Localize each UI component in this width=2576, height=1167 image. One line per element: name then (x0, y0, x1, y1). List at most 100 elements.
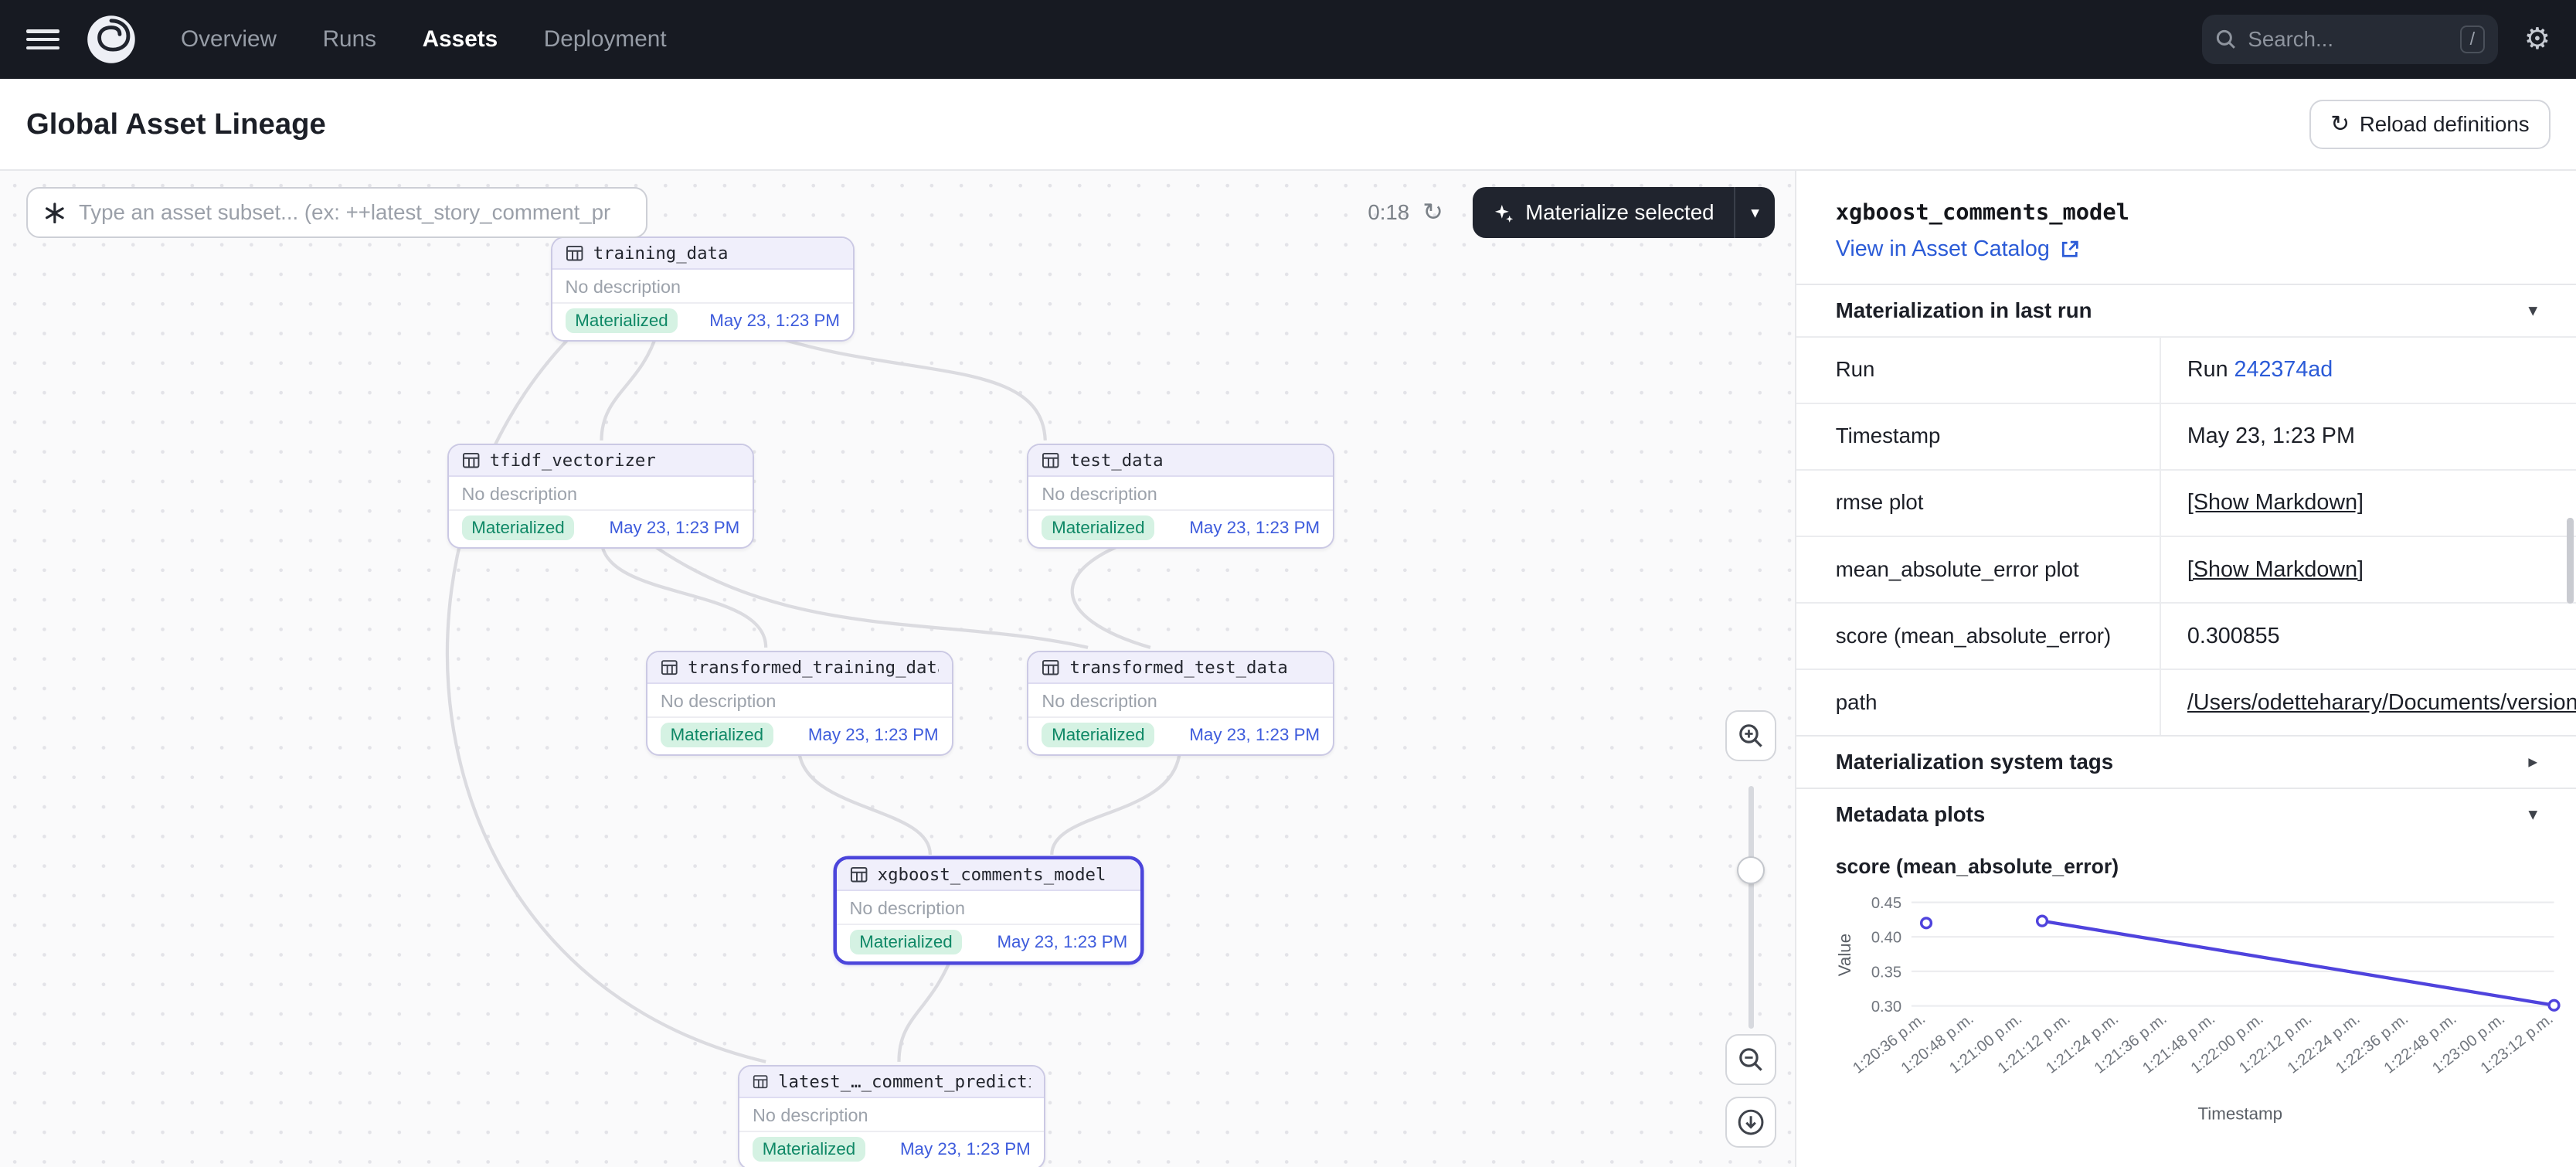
data-point (2037, 916, 2047, 926)
row-value: May 23, 1:23 PM (2161, 404, 2576, 469)
y-tick-label: 0.35 (1871, 964, 1901, 981)
asset-node-name: transformed_test_data (1070, 658, 1288, 678)
materialized-badge: Materialized (753, 1137, 865, 1162)
asset-node-footer: MaterializedMay 23, 1:23 PM (552, 304, 853, 340)
materialization-timestamp-link[interactable]: May 23, 1:23 PM (709, 311, 840, 331)
asset-node-header: transformed_test_data (1028, 652, 1333, 684)
zoom-slider-track[interactable] (1748, 786, 1753, 1029)
external-link-icon (2060, 240, 2080, 260)
top-nav: Overview Runs Assets Deployment / ⚙ (0, 0, 2576, 79)
materialized-badge: Materialized (850, 930, 963, 954)
table-row-path: path /Users/odetteharary/Documents/versi… (1796, 669, 2576, 735)
chevron-down-icon: ▾ (2528, 301, 2537, 319)
materialize-selected-button[interactable]: Materialize selected ▾ (1473, 187, 1775, 238)
node-layer: training_data No description Materialized M… (0, 171, 1795, 1167)
section-materialization-last-run[interactable]: Materialization in last run ▾ (1796, 284, 2576, 336)
asset-node-test_data[interactable]: test_dataNo description Materialized May 2… (1027, 444, 1334, 548)
materialization-timestamp-link[interactable]: May 23, 1:23 PM (1189, 518, 1320, 538)
nav-item-deployment[interactable]: Deployment (544, 26, 667, 53)
table-icon (566, 244, 583, 262)
materialize-sparkle-icon (1493, 202, 1514, 224)
zoom-out-button[interactable] (1725, 1034, 1776, 1085)
row-value: Run 242374ad (2161, 338, 2576, 403)
asset-name-title: xgboost_comments_model (1836, 199, 2537, 225)
asset-node-training_data[interactable]: training_data No descriptionMaterializedM… (551, 236, 855, 341)
details-scrollbar-thumb[interactable] (2567, 518, 2574, 604)
section-materialization-system-tags[interactable]: Materialization system tags ▸ (1796, 735, 2576, 788)
materialized-badge: Materialized (661, 723, 773, 747)
section-metadata-plots[interactable]: Metadata plots ▾ (1796, 788, 2576, 840)
asset-node-xgboost_comments_model[interactable]: xgboost_comments_modelNo descriptionMate… (835, 858, 1143, 962)
materialized-badge: Materialized (462, 515, 575, 540)
asset-node-description: No description (739, 1098, 1044, 1132)
table-icon (753, 1073, 768, 1090)
asset-node-latest_comment_predictions[interactable]: latest_…_comment_predictionsNo descripti… (738, 1065, 1045, 1167)
nav-items: Overview Runs Assets Deployment (181, 26, 667, 53)
page-header: Global Asset Lineage ↻ Reload definition… (0, 79, 2576, 171)
asset-filter-box[interactable] (26, 187, 647, 238)
materialize-selected-main[interactable]: Materialize selected (1473, 187, 1734, 238)
menu-icon[interactable] (26, 29, 59, 49)
asset-node-header: tfidf_vectorizer (449, 445, 753, 477)
asset-node-description: No description (1028, 477, 1333, 511)
materialization-timestamp-link[interactable]: May 23, 1:23 PM (900, 1139, 1031, 1159)
asset-node-name: training_data (593, 243, 729, 264)
materialization-timestamp-link[interactable]: May 23, 1:23 PM (1189, 725, 1320, 745)
row-value: [Show Markdown] (2161, 471, 2576, 536)
asset-node-header: test_data (1028, 445, 1333, 477)
show-markdown-link[interactable]: [Show Markdown] (2187, 490, 2364, 515)
nav-item-runs[interactable]: Runs (323, 26, 377, 53)
asset-node-name: xgboost_comments_model (878, 865, 1106, 885)
dagster-logo[interactable] (86, 13, 138, 66)
asset-node-description: No description (552, 270, 853, 304)
view-in-asset-catalog-link[interactable]: View in Asset Catalog (1836, 236, 2537, 262)
asset-node-footer: Materialized May 23, 1:23 PM (647, 718, 952, 754)
materialized-badge: Materialized (1042, 515, 1154, 540)
asset-node-footer: Materialized May 23, 1:23 PM (1028, 511, 1333, 547)
nav-item-overview[interactable]: Overview (181, 26, 277, 53)
materialization-timestamp-link[interactable]: May 23, 1:23 PM (997, 932, 1127, 952)
nav-right: / ⚙ (2202, 15, 2551, 64)
data-point (2549, 1000, 2559, 1010)
metadata-plot-title: score (mean_absolute_error) (1796, 840, 2576, 882)
reload-definitions-button[interactable]: ↻ Reload definitions (2309, 100, 2551, 149)
table-icon (1042, 451, 1059, 469)
asset-node-tfidf_vectorizer[interactable]: tfidf_vectorizerNo descriptionMaterializ… (447, 444, 755, 548)
asset-node-footer: Materialized May 23, 1:23 PM (449, 511, 753, 547)
search-shortcut-key: / (2460, 26, 2485, 53)
run-id-link[interactable]: 242374ad (2234, 357, 2333, 382)
path-link[interactable]: /Users/odetteharary/Documents/version (2187, 690, 2576, 715)
settings-gear-icon[interactable]: ⚙ (2524, 25, 2551, 54)
zoom-in-icon (1738, 723, 1764, 749)
asset-node-name: transformed_training_data (688, 658, 938, 678)
nav-item-assets[interactable]: Assets (423, 26, 498, 53)
asset-node-header: xgboost_comments_model (837, 859, 1141, 891)
asset-node-transformed_test_data[interactable]: transformed_test_dataNo descriptionMater… (1027, 651, 1334, 755)
asset-node-description: No description (449, 477, 753, 511)
x-axis-label: Timestamp (2197, 1104, 2282, 1123)
table-icon (850, 866, 868, 883)
zoom-in-button[interactable] (1725, 710, 1776, 761)
search-input[interactable] (2248, 27, 2449, 52)
asset-filter-input[interactable] (79, 200, 630, 225)
export-view-button[interactable] (1725, 1097, 1776, 1148)
row-label: Timestamp (1796, 404, 2161, 469)
y-tick-label: 0.45 (1871, 895, 1901, 912)
materialization-timestamp-link[interactable]: May 23, 1:23 PM (609, 518, 739, 538)
chevron-right-icon: ▸ (2528, 753, 2537, 771)
row-label: path (1796, 670, 2161, 735)
chevron-down-icon: ▾ (2528, 805, 2537, 823)
refresh-icon[interactable]: ↻ (1422, 200, 1443, 225)
table-row-score: score (mean_absolute_error) 0.300855 (1796, 602, 2576, 669)
query-timer: 0:18 (1368, 200, 1409, 225)
materialize-dropdown-caret[interactable]: ▾ (1735, 187, 1775, 238)
show-markdown-link[interactable]: [Show Markdown] (2187, 557, 2364, 582)
global-search[interactable]: / (2202, 15, 2498, 64)
page-title: Global Asset Lineage (26, 107, 326, 141)
row-label: mean_absolute_error plot (1796, 537, 2161, 602)
materialization-timestamp-link[interactable]: May 23, 1:23 PM (808, 725, 939, 745)
asset-node-transformed_training_data[interactable]: transformed_training_dataNo descriptionM… (646, 651, 953, 755)
view-in-asset-catalog-label: View in Asset Catalog (1836, 236, 2050, 262)
asset-details-panel: xgboost_comments_model View in Asset Cat… (1795, 171, 2576, 1167)
table-row-run: Run Run 242374ad (1796, 336, 2576, 403)
